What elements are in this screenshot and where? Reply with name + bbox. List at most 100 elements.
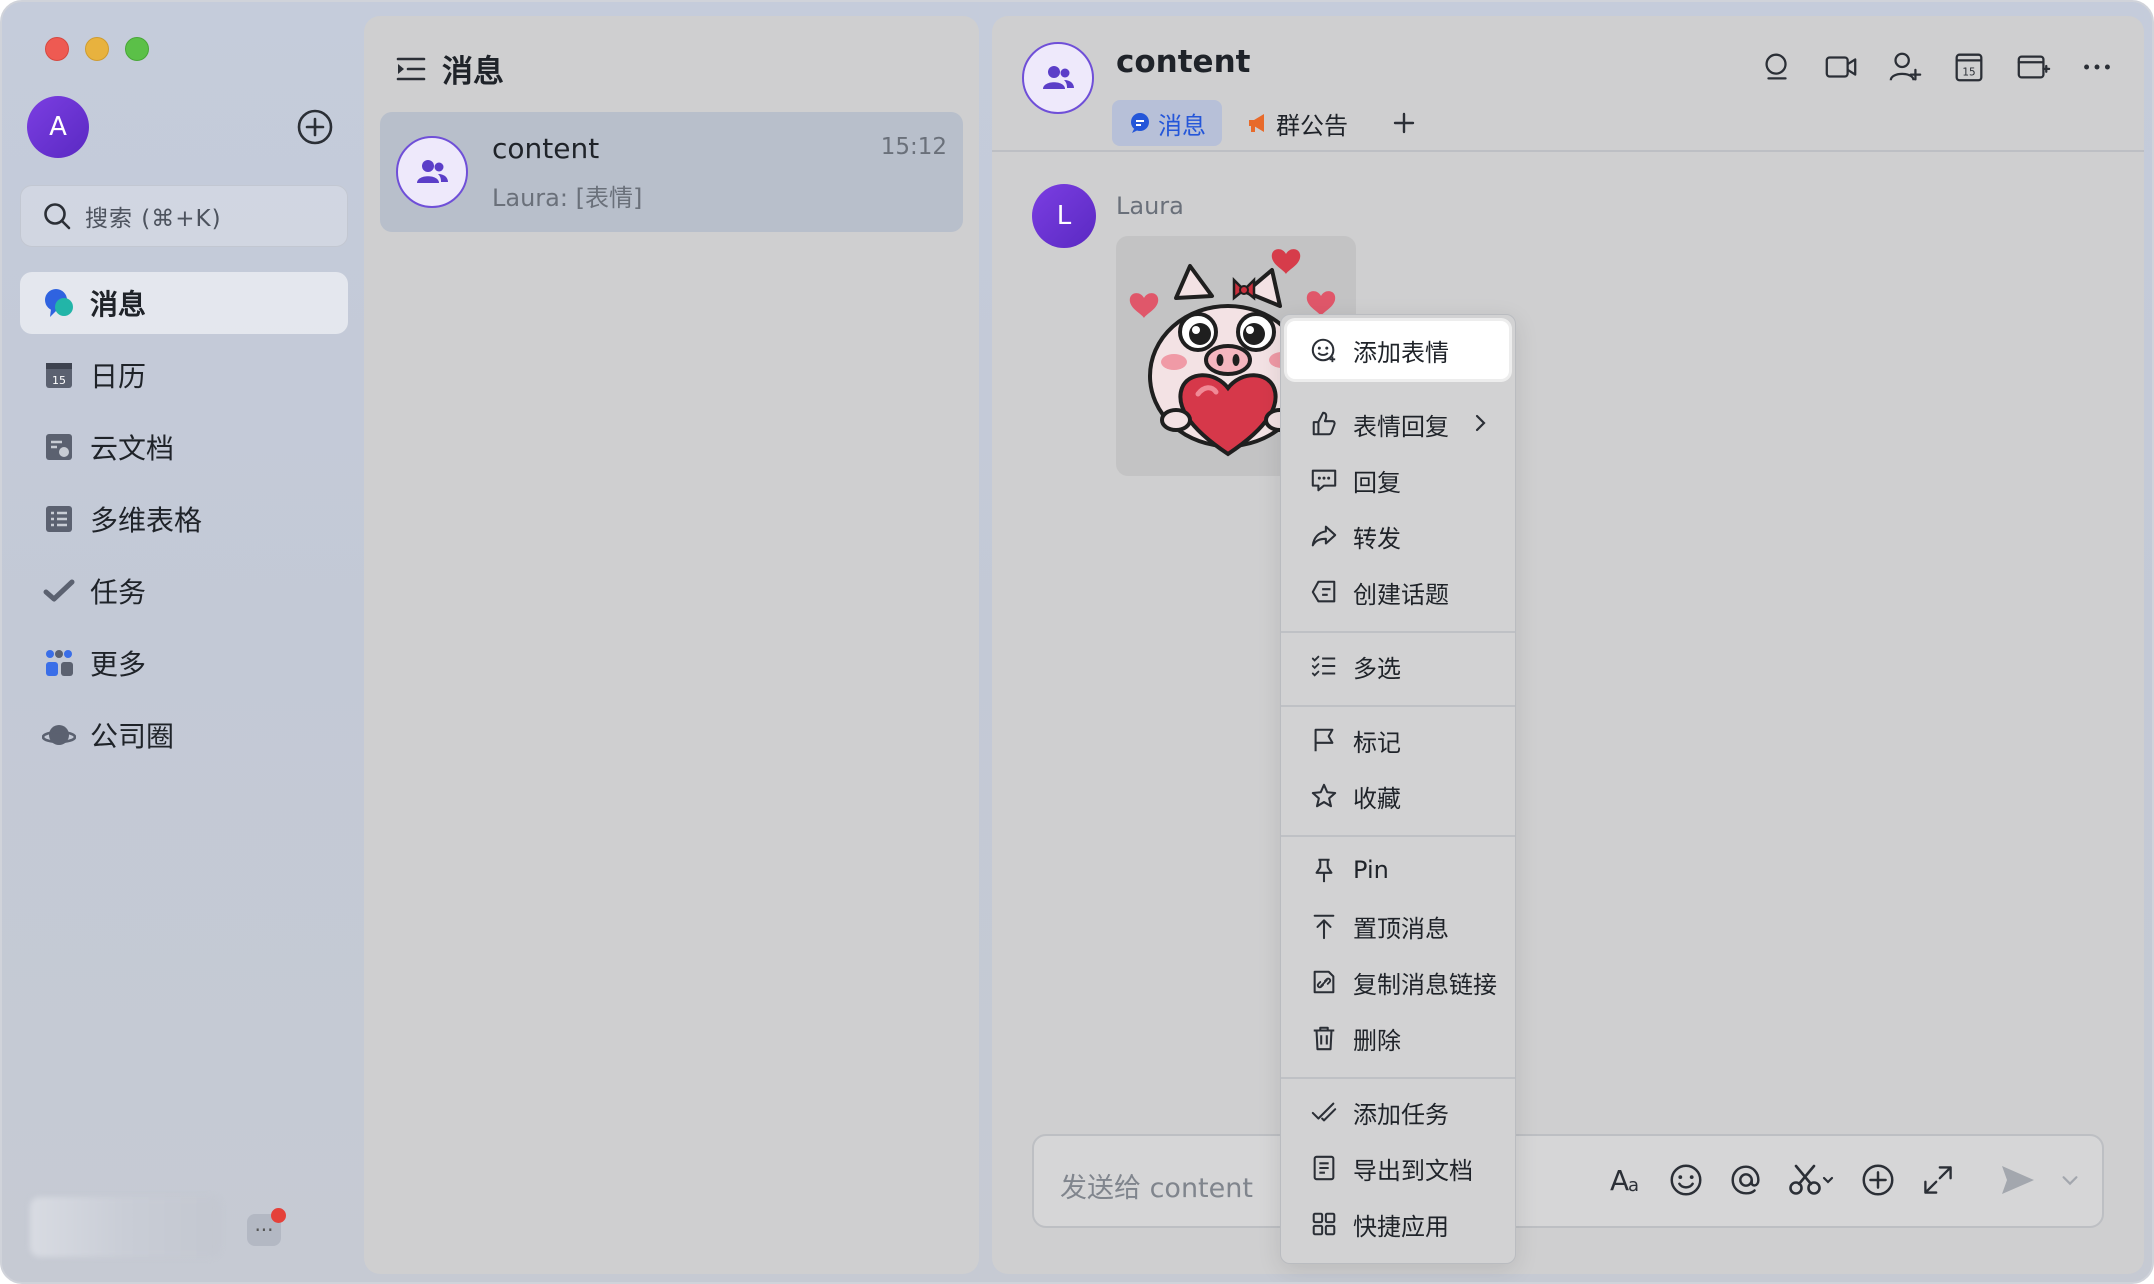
- minimize-window-button[interactable]: [85, 37, 109, 61]
- create-new-button[interactable]: [296, 108, 334, 146]
- thumbs-up-icon: [1309, 409, 1339, 439]
- mention-icon[interactable]: [1726, 1160, 1766, 1200]
- group-avatar: [396, 136, 468, 208]
- nav-item-more[interactable]: 更多: [20, 632, 348, 694]
- multi-select-icon: [1309, 651, 1339, 681]
- chat-title: content: [1116, 44, 1251, 80]
- chat-item-preview: Laura: [表情]: [492, 184, 643, 212]
- calendar-icon: 15: [42, 358, 76, 392]
- menu-separator: [1281, 705, 1515, 707]
- chat-tabs: 消息 群公告: [1112, 100, 1422, 146]
- chat-list-item[interactable]: content Laura: [表情] 15:12: [380, 112, 963, 232]
- table-icon: [42, 502, 76, 536]
- menu-item-favorite[interactable]: 收藏: [1287, 767, 1509, 825]
- send-icon[interactable]: [1998, 1160, 2038, 1200]
- chat-list-header: 消息: [394, 46, 504, 91]
- svg-text:15: 15: [52, 374, 66, 387]
- quick-apps-icon: [1309, 1209, 1339, 1239]
- svg-text:A: A: [1610, 1164, 1629, 1197]
- emoji-icon[interactable]: [1666, 1160, 1706, 1200]
- task-check-icon: [42, 574, 76, 608]
- chevron-down-icon[interactable]: [2058, 1160, 2082, 1200]
- menu-separator: [1281, 835, 1515, 837]
- expand-icon[interactable]: [1918, 1160, 1958, 1200]
- font-format-icon[interactable]: Aa: [1606, 1160, 1646, 1200]
- header-divider: [992, 150, 2144, 152]
- sender-avatar[interactable]: L: [1032, 184, 1096, 248]
- reply-icon: [1309, 465, 1339, 495]
- copy-link-icon: [1309, 967, 1339, 997]
- nav-item-company-circle[interactable]: 公司圈: [20, 704, 348, 766]
- chat-panel: content 15 消息 群公告 L Laura 发送给 content A …: [992, 16, 2144, 1274]
- pin-icon: [1309, 855, 1339, 885]
- pin-to-top-icon: [1309, 911, 1339, 941]
- star-icon: [1309, 781, 1339, 811]
- menu-item-add-sticker[interactable]: 添加表情: [1287, 321, 1509, 379]
- menu-item-delete[interactable]: 删除: [1287, 1009, 1509, 1067]
- search-icon: [44, 203, 71, 230]
- add-member-icon[interactable]: [1886, 48, 1924, 86]
- avatar-initial: A: [49, 112, 67, 142]
- create-topic-icon: [1309, 577, 1339, 607]
- search-placeholder: 搜索 (⌘+K): [85, 206, 222, 232]
- chat-header-toolbar: 15: [1758, 48, 2116, 86]
- scissors-icon[interactable]: [1786, 1160, 1838, 1200]
- menu-item-multi-select[interactable]: 多选: [1287, 637, 1509, 695]
- app-window: A 搜索 (⌘+K) 消息 15 日历 云文档 多维表格 任务 更多 公司圈 ·…: [0, 0, 2154, 1284]
- nav-item-base-tables[interactable]: 多维表格: [20, 488, 348, 550]
- notification-dot: [271, 1208, 286, 1223]
- maximize-window-button[interactable]: [125, 37, 149, 61]
- close-window-button[interactable]: [45, 37, 69, 61]
- planet-icon: [42, 718, 76, 752]
- chat-header-avatar[interactable]: [1022, 42, 1094, 114]
- menu-item-reaction[interactable]: 表情回复: [1287, 395, 1509, 453]
- global-search-box[interactable]: 搜索 (⌘+K): [20, 185, 348, 247]
- menu-item-create-topic[interactable]: 创建话题: [1287, 563, 1509, 621]
- calendar-icon[interactable]: 15: [1950, 48, 1988, 86]
- nav-item-messages[interactable]: 消息: [20, 272, 348, 334]
- menu-item-copy-link[interactable]: 复制消息链接: [1287, 953, 1509, 1011]
- plus-circle-icon[interactable]: [1858, 1160, 1898, 1200]
- chat-list-panel: 消息 content Laura: [表情] 15:12: [364, 16, 979, 1274]
- new-topic-icon[interactable]: [2014, 48, 2052, 86]
- input-toolbar: Aa: [1606, 1160, 2082, 1200]
- tab-announcements[interactable]: 群公告: [1230, 100, 1364, 146]
- message-input-placeholder: 发送给 content: [1060, 1173, 1253, 1204]
- user-avatar[interactable]: A: [27, 96, 89, 158]
- group-icon: [1043, 66, 1074, 89]
- megaphone-icon: [1249, 114, 1264, 132]
- menu-item-add-task[interactable]: 添加任务: [1287, 1083, 1509, 1141]
- message-input-box[interactable]: 发送给 content Aa: [1032, 1134, 2104, 1228]
- message-bubble-icon: [42, 286, 76, 320]
- chat-list-title: 消息: [442, 54, 504, 90]
- video-call-icon[interactable]: [1822, 48, 1860, 86]
- collapse-list-icon[interactable]: [394, 52, 428, 86]
- svg-text:15: 15: [1962, 67, 1975, 79]
- chat-item-time: 15:12: [880, 134, 947, 160]
- menu-item-pin[interactable]: Pin: [1287, 841, 1509, 899]
- search-chat-icon[interactable]: [1758, 48, 1796, 86]
- add-task-icon: [1309, 1097, 1339, 1127]
- add-tab-icon[interactable]: [1386, 105, 1422, 141]
- nav-item-calendar[interactable]: 15 日历: [20, 344, 348, 406]
- menu-separator: [1281, 631, 1515, 633]
- nav-item-cloud-docs[interactable]: 云文档: [20, 416, 348, 478]
- nav-item-tasks[interactable]: 任务: [20, 560, 348, 622]
- message-context-menu: 添加表情 表情回复 回复 转发 创建话题 多选 标记 收藏 Pin 置顶消息 复…: [1280, 314, 1516, 1264]
- sender-name: Laura: [1116, 192, 1184, 220]
- menu-item-pin-to-top[interactable]: 置顶消息: [1287, 897, 1509, 955]
- chat-item-name: content: [492, 132, 600, 165]
- menu-item-forward[interactable]: 转发: [1287, 507, 1509, 565]
- more-icon[interactable]: [2078, 48, 2116, 86]
- flag-icon: [1309, 725, 1339, 755]
- trash-icon: [1309, 1023, 1339, 1053]
- tab-messages[interactable]: 消息: [1112, 100, 1222, 146]
- group-icon: [417, 160, 448, 183]
- menu-item-export-doc[interactable]: 导出到文档: [1287, 1139, 1509, 1197]
- menu-item-flag[interactable]: 标记: [1287, 711, 1509, 769]
- blurred-user-profile[interactable]: [30, 1197, 220, 1257]
- export-doc-icon: [1309, 1153, 1339, 1183]
- chevron-right-icon: [1475, 414, 1486, 432]
- menu-item-reply[interactable]: 回复: [1287, 451, 1509, 509]
- menu-item-quick-apps[interactable]: 快捷应用: [1287, 1195, 1509, 1253]
